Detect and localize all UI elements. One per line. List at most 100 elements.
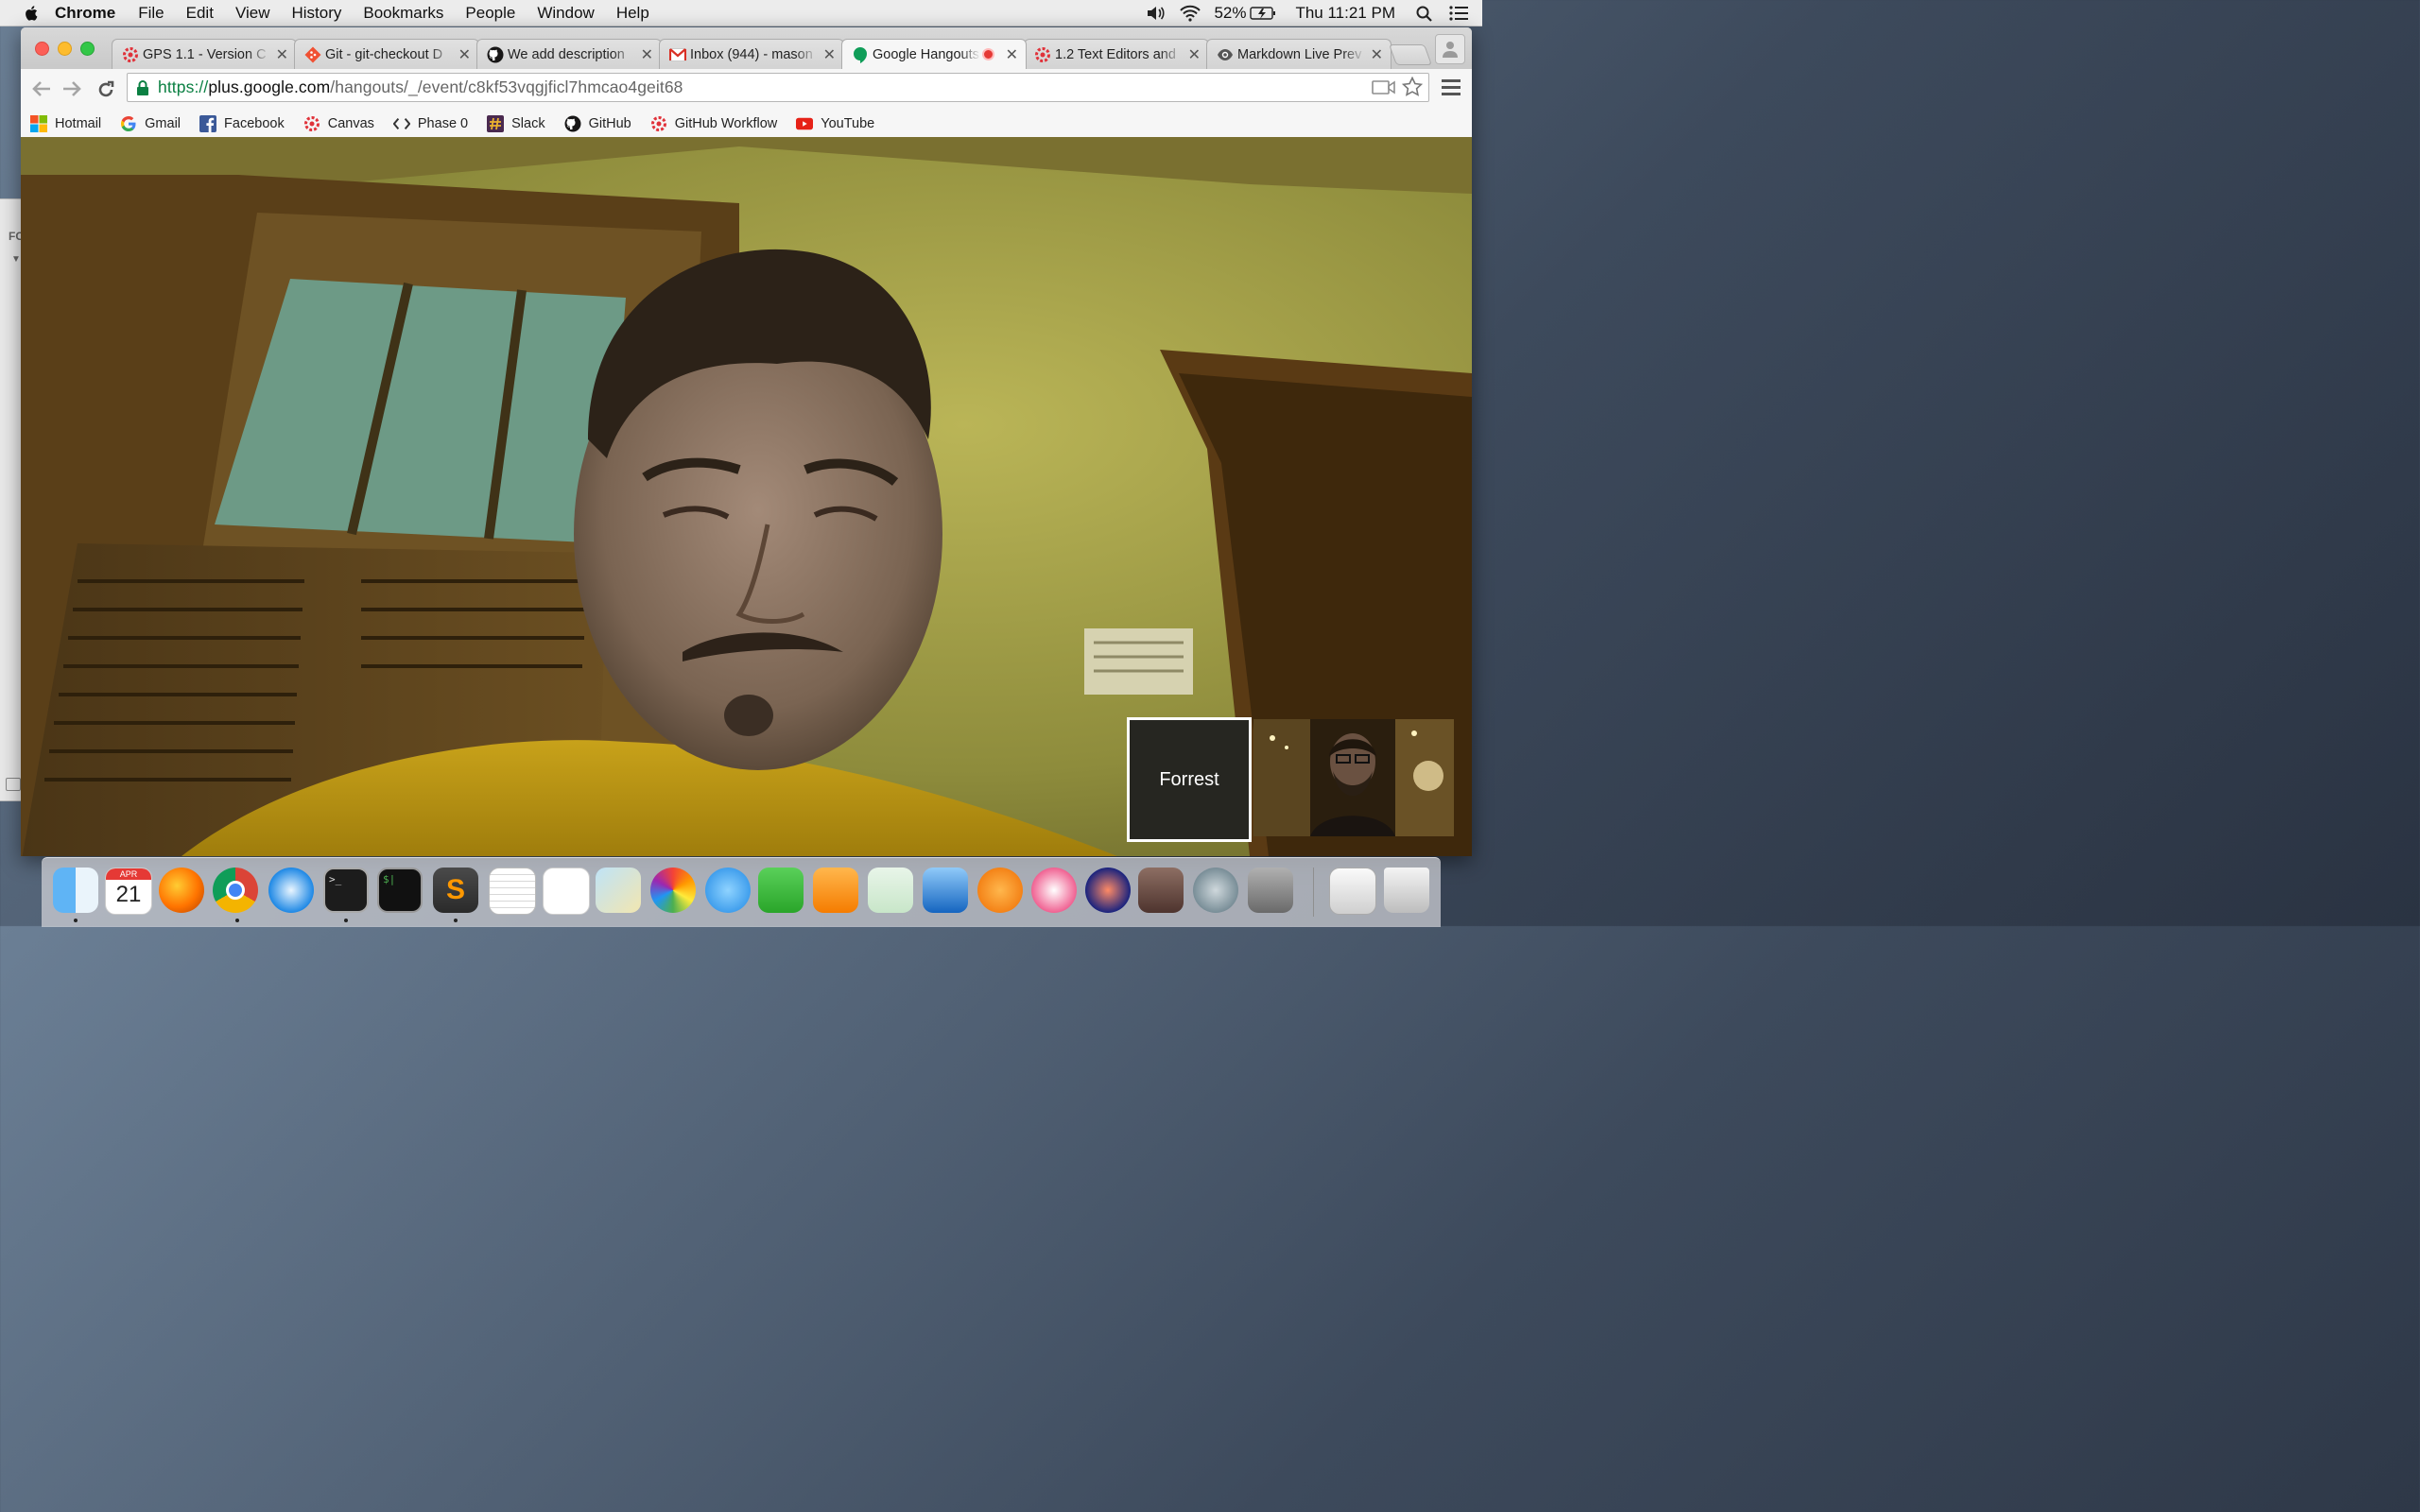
downloads-stack-icon[interactable] — [1329, 868, 1376, 915]
bookmark-slack[interactable]: Slack — [487, 115, 545, 132]
keynote-icon[interactable] — [923, 868, 968, 913]
gear-icon — [122, 46, 139, 63]
tab-google-hangouts[interactable]: Google Hangouts ✕ — [841, 39, 1027, 69]
tab-gmail-inbox[interactable]: Inbox (944) - mason ✕ — [659, 39, 844, 69]
firefox-icon[interactable] — [159, 868, 204, 913]
reminders-icon[interactable] — [543, 868, 590, 915]
google-icon — [120, 115, 137, 132]
messages-icon[interactable] — [705, 868, 751, 913]
zoom-window-button[interactable] — [80, 42, 95, 56]
close-tab-icon[interactable]: ✕ — [276, 45, 288, 64]
chrome-menu-icon[interactable] — [1442, 79, 1461, 99]
self-view-video[interactable] — [1253, 719, 1454, 836]
slack-icon — [487, 115, 505, 132]
gmail-icon — [669, 46, 686, 63]
url-host: plus.google.com — [208, 77, 331, 96]
finder-icon[interactable] — [53, 868, 98, 913]
gear-icon — [303, 115, 320, 132]
bookmark-youtube[interactable]: YouTube — [796, 115, 874, 132]
bookmark-gmail[interactable]: Gmail — [120, 115, 181, 132]
bookmark-github[interactable]: GitHub — [564, 115, 631, 132]
photos-icon[interactable] — [650, 868, 696, 913]
bookmark-canvas[interactable]: Canvas — [303, 115, 374, 132]
close-tab-icon[interactable]: ✕ — [823, 45, 836, 64]
volume-icon[interactable] — [1146, 5, 1167, 22]
close-window-button[interactable] — [35, 42, 49, 56]
menu-bookmarks[interactable]: Bookmarks — [363, 4, 443, 23]
reload-icon[interactable] — [96, 80, 115, 102]
bookmark-label: Facebook — [224, 116, 285, 131]
safari-icon[interactable] — [268, 868, 314, 913]
menu-view[interactable]: View — [235, 4, 270, 23]
url-text[interactable]: https://plus.google.com/hangouts/_/event… — [158, 77, 683, 97]
menu-history[interactable]: History — [291, 4, 341, 23]
macos-dock: APR 21 >_ $| S — [42, 857, 1441, 927]
numbers-icon[interactable] — [868, 868, 913, 913]
minimize-window-button[interactable] — [58, 42, 72, 56]
bookmark-label: Hotmail — [55, 116, 102, 131]
address-bar[interactable]: https://plus.google.com/hangouts/_/event… — [127, 73, 1429, 102]
facetime-icon[interactable] — [758, 868, 804, 913]
menu-clock[interactable]: Thu 11:21 PM — [1295, 4, 1395, 23]
person-icon — [1443, 42, 1458, 58]
apple-logo-icon[interactable] — [23, 4, 42, 23]
garageband-icon[interactable] — [1138, 868, 1184, 913]
tab-gps[interactable]: GPS 1.1 - Version C ✕ — [112, 39, 297, 69]
tab-title: Inbox (944) - mason — [690, 46, 813, 62]
textedit-icon[interactable] — [489, 868, 536, 915]
participant-tile-forrest[interactable]: Forrest — [1127, 717, 1252, 842]
menu-window[interactable]: Window — [537, 4, 594, 23]
menu-app-name[interactable]: Chrome — [55, 4, 115, 23]
tab-text-editors[interactable]: 1.2 Text Editors and ✕ — [1024, 39, 1209, 69]
ibooks-icon[interactable] — [977, 868, 1023, 913]
new-tab-button[interactable] — [1388, 44, 1433, 65]
trash-icon[interactable] — [1384, 868, 1429, 913]
camera-in-use-icon[interactable] — [1372, 77, 1396, 96]
tab-strip: GPS 1.1 - Version C ✕ Git - git-checkout… — [21, 27, 1472, 69]
battery-charging-icon[interactable] — [1250, 5, 1276, 22]
git-icon — [304, 46, 321, 63]
secure-lock-icon[interactable] — [135, 79, 150, 96]
preview-icon[interactable] — [596, 868, 641, 913]
eye-icon — [1217, 46, 1234, 63]
calendar-icon[interactable]: APR 21 — [105, 868, 152, 915]
close-tab-icon[interactable]: ✕ — [641, 45, 653, 64]
bookmark-facebook[interactable]: Facebook — [199, 115, 285, 132]
tab-markdown-preview[interactable]: Markdown Live Prev ✕ — [1206, 39, 1392, 69]
tab-git-checkout[interactable]: Git - git-checkout D ✕ — [294, 39, 479, 69]
close-tab-icon[interactable]: ✕ — [1006, 45, 1018, 64]
gear-icon — [1034, 46, 1051, 63]
wifi-icon[interactable] — [1180, 5, 1201, 22]
close-tab-icon[interactable]: ✕ — [1371, 45, 1383, 64]
notification-center-icon[interactable] — [1448, 5, 1469, 22]
menu-help[interactable]: Help — [616, 4, 649, 23]
spotlight-search-icon[interactable] — [1414, 5, 1435, 22]
bookmark-github-workflow[interactable]: GitHub Workflow — [650, 115, 777, 132]
back-arrow-icon[interactable] — [32, 80, 51, 100]
audacity-icon[interactable] — [1085, 868, 1131, 913]
bookmark-hotmail[interactable]: Hotmail — [30, 115, 101, 132]
profile-button[interactable] — [1435, 34, 1465, 64]
close-tab-icon[interactable]: ✕ — [458, 45, 471, 64]
disclosure-triangle-icon: ▼ — [11, 254, 21, 265]
participant-thumbnails: Forrest — [1127, 717, 1454, 842]
launchpad-icon[interactable] — [1193, 868, 1238, 913]
tab-github-description[interactable]: We add description ✕ — [476, 39, 662, 69]
hangouts-icon — [852, 46, 869, 63]
chrome-icon[interactable] — [213, 868, 258, 913]
iterm-icon[interactable]: $| — [377, 868, 423, 913]
menu-edit[interactable]: Edit — [186, 4, 214, 23]
menu-people[interactable]: People — [465, 4, 515, 23]
tab-title: 1.2 Text Editors and — [1055, 46, 1176, 62]
terminal-icon[interactable]: >_ — [323, 868, 369, 913]
sublime-text-icon[interactable]: S — [433, 868, 478, 913]
bookmark-phase-0[interactable]: Phase 0 — [392, 115, 468, 132]
pages-icon[interactable] — [813, 868, 858, 913]
system-preferences-icon[interactable] — [1248, 868, 1293, 913]
forward-arrow-icon[interactable] — [62, 80, 81, 100]
bookmark-star-icon[interactable] — [1402, 77, 1423, 97]
itunes-icon[interactable] — [1031, 868, 1077, 913]
hangout-main-video[interactable]: Forrest — [21, 137, 1472, 856]
menu-file[interactable]: File — [138, 4, 164, 23]
close-tab-icon[interactable]: ✕ — [1188, 45, 1201, 64]
